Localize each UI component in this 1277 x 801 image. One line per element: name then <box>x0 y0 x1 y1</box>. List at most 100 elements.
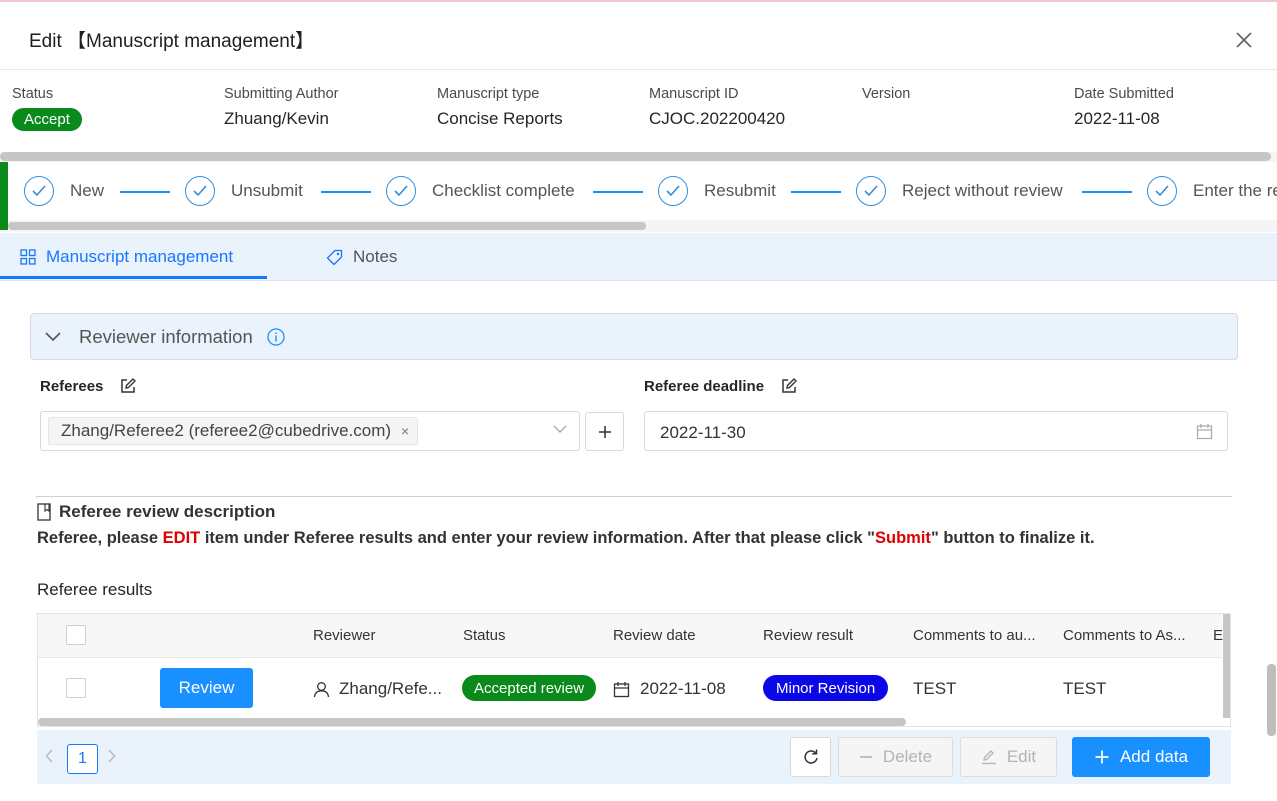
deadline-label-row: Referee deadline <box>644 377 798 395</box>
reviewer-cell: Zhang/Refe... <box>313 679 442 699</box>
workflow-steps: New Unsubmit Checklist complete Resubmit… <box>8 162 1277 220</box>
edit-icon[interactable] <box>780 377 798 395</box>
select-all-checkbox[interactable] <box>66 625 86 645</box>
book-icon <box>37 503 51 521</box>
meta-version: Version <box>862 86 910 109</box>
review-description-text: Referee, please EDIT item under Referee … <box>37 529 1095 548</box>
column-header: Status <box>463 627 506 644</box>
steps-status-indicator <box>0 162 8 230</box>
step-connector <box>791 191 841 193</box>
desc-part: Referee, please <box>37 529 163 547</box>
add-referee-button[interactable] <box>585 412 624 451</box>
edit-icon[interactable] <box>119 377 137 395</box>
edit-highlight: EDIT <box>162 529 201 547</box>
tag-close-icon[interactable]: × <box>401 423 409 439</box>
check-circle-icon <box>658 176 688 206</box>
refresh-icon <box>803 749 818 764</box>
dialog-header: Edit 【Manuscript management】 <box>0 2 1277 70</box>
review-status-badge: Accepted review <box>462 675 597 701</box>
step-enter-review: Enter the re <box>1147 176 1277 206</box>
chevron-down-icon[interactable] <box>553 425 567 434</box>
referees-select[interactable]: Zhang/Referee2 (referee2@cubedrive.com) … <box>40 411 580 451</box>
review-button[interactable]: Review <box>160 668 253 708</box>
table-vertical-scrollbar[interactable] <box>1223 614 1230 718</box>
info-icon[interactable] <box>267 327 285 346</box>
status-badge: Accept <box>12 108 82 131</box>
column-header: Reviewer <box>313 627 376 644</box>
review-description-title: Referee review description <box>59 502 276 521</box>
referee-results-table: Reviewer Status Review date Review resul… <box>37 613 1231 727</box>
section-divider <box>36 496 1232 497</box>
step-connector <box>1082 191 1132 193</box>
close-icon[interactable] <box>1233 29 1255 51</box>
reviewer-information-panel-header[interactable]: Reviewer information <box>30 313 1238 360</box>
refresh-button[interactable] <box>790 737 831 777</box>
column-header: Review result <box>763 627 854 644</box>
date-label: Date Submitted <box>1074 86 1174 102</box>
add-data-button[interactable]: Add data <box>1072 737 1210 777</box>
edit-icon <box>981 749 997 765</box>
table-row: Review Zhang/Refe... Accepted review 202… <box>38 658 1222 718</box>
delete-label: Delete <box>882 747 933 766</box>
horizontal-scrollbar[interactable] <box>0 152 1271 161</box>
type-label: Manuscript type <box>437 86 540 102</box>
step-label: Reject without review <box>902 181 1063 200</box>
referee-tag-label: Zhang/Referee2 (referee2@cubedrive.com) <box>61 421 392 440</box>
check-circle-icon <box>386 176 416 206</box>
calendar-icon <box>613 681 630 698</box>
delete-button[interactable]: Delete <box>838 737 953 777</box>
review-date-cell: 2022-11-08 <box>613 679 726 699</box>
status-label: Status <box>12 86 54 102</box>
date-value: 2022-11-08 <box>1074 109 1160 128</box>
step-checklist-complete: Checklist complete <box>386 176 575 206</box>
chevron-left-icon[interactable] <box>45 749 54 763</box>
page-number[interactable]: 1 <box>67 744 98 774</box>
row-checkbox[interactable] <box>66 678 86 698</box>
check-circle-icon <box>185 176 215 206</box>
chevron-down-icon <box>45 331 61 342</box>
referees-label-row: Referees <box>40 377 137 395</box>
comments-to-assoc-cell: TEST <box>1063 679 1107 698</box>
tab-bar: Manuscript management Notes <box>0 233 1277 281</box>
referee-tag: Zhang/Referee2 (referee2@cubedrive.com) … <box>48 417 419 445</box>
minus-icon <box>859 750 873 764</box>
user-icon <box>313 681 330 698</box>
step-label: Resubmit <box>704 181 776 200</box>
version-label: Version <box>862 86 911 102</box>
calendar-icon <box>1196 423 1213 440</box>
step-new: New <box>24 176 104 206</box>
table-header: Reviewer Status Review date Review resul… <box>38 614 1223 658</box>
tab-manuscript-management[interactable]: Manuscript management <box>20 233 233 281</box>
step-connector <box>120 191 170 193</box>
edit-button[interactable]: Edit <box>960 737 1057 777</box>
dialog-title: Edit 【Manuscript management】 <box>29 31 315 52</box>
deadline-label: Referee deadline <box>644 377 765 395</box>
chevron-right-icon[interactable] <box>107 749 116 763</box>
step-connector <box>593 191 643 193</box>
reviewer-name: Zhang/Refe... <box>339 679 443 698</box>
meta-type: Manuscript type Concise Reports <box>437 86 563 129</box>
meta-date: Date Submitted 2022-11-08 <box>1074 86 1174 129</box>
referee-deadline-picker[interactable]: 2022-11-30 <box>644 411 1228 451</box>
desc-part: item under Referee results and enter you… <box>200 529 876 547</box>
table-horizontal-scrollbar[interactable] <box>38 718 906 726</box>
tab-notes[interactable]: Notes <box>326 233 397 281</box>
desc-part: " button to finalize it. <box>930 529 1095 547</box>
step-unsubmit: Unsubmit <box>185 176 303 206</box>
id-value: CJOC.202200420 <box>649 109 786 128</box>
grid-icon <box>20 249 36 265</box>
submit-highlight: Submit <box>875 529 931 547</box>
type-value: Concise Reports <box>437 109 563 128</box>
step-label: Checklist complete <box>432 181 575 200</box>
review-date: 2022-11-08 <box>640 679 726 698</box>
plus-icon <box>1094 749 1110 765</box>
steps-scrollbar-thumb[interactable] <box>8 222 646 230</box>
check-circle-icon <box>856 176 886 206</box>
step-label: New <box>70 181 105 200</box>
column-header: Review date <box>613 627 696 644</box>
page-vertical-scrollbar[interactable] <box>1267 664 1276 736</box>
column-header: Comments to As... <box>1063 627 1186 644</box>
author-value: Zhuang/Kevin <box>224 109 329 128</box>
tag-icon <box>326 249 343 266</box>
check-circle-icon <box>1147 176 1177 206</box>
